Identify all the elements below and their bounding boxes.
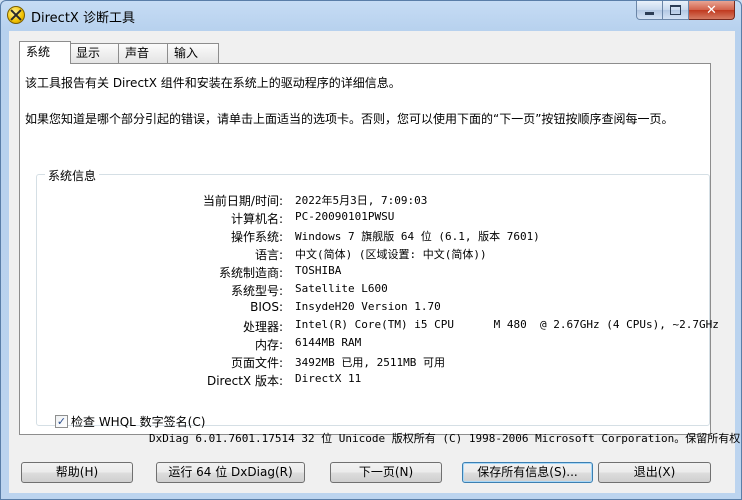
minimize-button[interactable] bbox=[636, 1, 663, 20]
exit-button[interactable]: 退出(X) bbox=[598, 462, 711, 483]
client-area: 系统 显示 声音 输入 该工具报告有关 DirectX 组件和安装在系统上的驱动… bbox=[9, 31, 740, 493]
info-value: Intel(R) Core(TM) i5 CPU M 480 @ 2.67GHz… bbox=[295, 318, 719, 331]
info-row-memory: 内存: 6144MB RAM bbox=[37, 336, 697, 352]
whql-label: 检查 WHQL 数字签名(C) bbox=[71, 415, 206, 429]
info-label: DirectX 版本: bbox=[206, 374, 283, 388]
tab-label: 输入 bbox=[174, 46, 199, 60]
system-info-group: 系统信息 当前日期/时间: 2022年5月3日, 7:09:03 计算机名: P… bbox=[36, 167, 719, 429]
info-row-bios: BIOS: InsydeH20 Version 1.70 bbox=[37, 300, 697, 316]
tab-label: 系统 bbox=[26, 45, 51, 59]
tab-label: 声音 bbox=[125, 46, 150, 60]
maximize-button[interactable] bbox=[663, 1, 689, 20]
tab-sound[interactable]: 声音 bbox=[118, 43, 168, 63]
info-label: 操作系统: bbox=[230, 230, 283, 244]
info-label: 内存: bbox=[254, 338, 283, 352]
info-row-page-file: 页面文件: 3492MB 已用, 2511MB 可用 bbox=[37, 354, 697, 370]
help-button[interactable]: 帮助(H) bbox=[21, 462, 133, 483]
info-label: 页面文件: bbox=[230, 356, 283, 370]
info-label: 当前日期/时间: bbox=[202, 194, 283, 208]
directx-app-icon bbox=[7, 6, 25, 24]
system-tab-panel: 该工具报告有关 DirectX 组件和安装在系统上的驱动程序的详细信息。 如果您… bbox=[19, 63, 719, 435]
info-label: 系统型号: bbox=[230, 284, 283, 298]
tab-display[interactable]: 显示 bbox=[69, 43, 119, 63]
info-value: 2022年5月3日, 7:09:03 bbox=[295, 194, 428, 207]
info-value: 中文(简体) (区域设置: 中文(简体)) bbox=[295, 248, 487, 261]
info-value: InsydeH20 Version 1.70 bbox=[295, 300, 441, 313]
title-bar[interactable]: DirectX 诊断工具 ✕ bbox=[1, 1, 741, 29]
info-label: BIOS: bbox=[250, 300, 283, 314]
run-64bit-dxdiag-button[interactable]: 运行 64 位 DxDiag(R) bbox=[156, 462, 305, 483]
info-row-processor: 处理器: Intel(R) Core(TM) i5 CPU M 480 @ 2.… bbox=[37, 318, 719, 334]
dxdiag-window: DirectX 诊断工具 ✕ 系统 显示 声音 输入 该工具报告有关 Direc… bbox=[0, 0, 742, 500]
tab-input[interactable]: 输入 bbox=[167, 43, 219, 63]
bottom-button-bar: 帮助(H) 运行 64 位 DxDiag(R) 下一页(N) 保存所有信息(S)… bbox=[9, 462, 735, 484]
maximize-icon bbox=[670, 5, 681, 15]
info-label: 处理器: bbox=[242, 320, 283, 334]
info-row-datetime: 当前日期/时间: 2022年5月3日, 7:09:03 bbox=[37, 192, 697, 208]
info-value: TOSHIBA bbox=[295, 264, 342, 277]
info-row-language: 语言: 中文(简体) (区域设置: 中文(简体)) bbox=[37, 246, 697, 262]
whql-checkbox[interactable]: ✓ bbox=[55, 415, 68, 428]
info-row-os: 操作系统: Windows 7 旗舰版 64 位 (6.1, 版本 7601) bbox=[37, 228, 697, 244]
info-value: Satellite L600 bbox=[295, 282, 388, 295]
info-value: 6144MB RAM bbox=[295, 336, 362, 349]
info-value: Windows 7 旗舰版 64 位 (6.1, 版本 7601) bbox=[295, 230, 540, 243]
close-icon: ✕ bbox=[706, 2, 717, 18]
minimize-icon bbox=[645, 11, 654, 15]
info-row-manufacturer: 系统制造商: TOSHIBA bbox=[37, 264, 697, 280]
checkmark-icon: ✓ bbox=[56, 415, 67, 428]
group-title: 系统信息 bbox=[45, 167, 100, 184]
caption-buttons: ✕ bbox=[636, 1, 735, 21]
window-title: DirectX 诊断工具 bbox=[31, 11, 135, 26]
intro-text-2: 如果您知道是哪个部分引起的错误，请单击上面适当的选项卡。否则，您可以使用下面的“… bbox=[25, 112, 674, 126]
info-row-computer-name: 计算机名: PC-20090101PWSU bbox=[37, 210, 697, 226]
info-row-model: 系统型号: Satellite L600 bbox=[37, 282, 697, 298]
info-label: 系统制造商: bbox=[218, 266, 283, 280]
save-all-info-button[interactable]: 保存所有信息(S)... bbox=[462, 462, 593, 483]
info-value: PC-20090101PWSU bbox=[295, 210, 395, 223]
next-page-button[interactable]: 下一页(N) bbox=[330, 462, 442, 483]
info-value: DirectX 11 bbox=[295, 372, 362, 385]
copyright-text: DxDiag 6.01.7601.17514 32 位 Unicode 版权所有… bbox=[149, 432, 741, 445]
info-value: 3492MB 已用, 2511MB 可用 bbox=[295, 356, 445, 369]
close-button[interactable]: ✕ bbox=[689, 1, 735, 20]
tab-label: 显示 bbox=[76, 46, 101, 60]
whql-checkbox-row[interactable]: ✓ 检查 WHQL 数字签名(C) bbox=[55, 413, 205, 430]
intro-text-1: 该工具报告有关 DirectX 组件和安装在系统上的驱动程序的详细信息。 bbox=[25, 76, 401, 90]
info-label: 计算机名: bbox=[230, 212, 283, 226]
info-row-directx-version: DirectX 版本: DirectX 11 bbox=[37, 372, 697, 388]
info-label: 语言: bbox=[254, 248, 283, 262]
tab-system[interactable]: 系统 bbox=[19, 41, 71, 64]
